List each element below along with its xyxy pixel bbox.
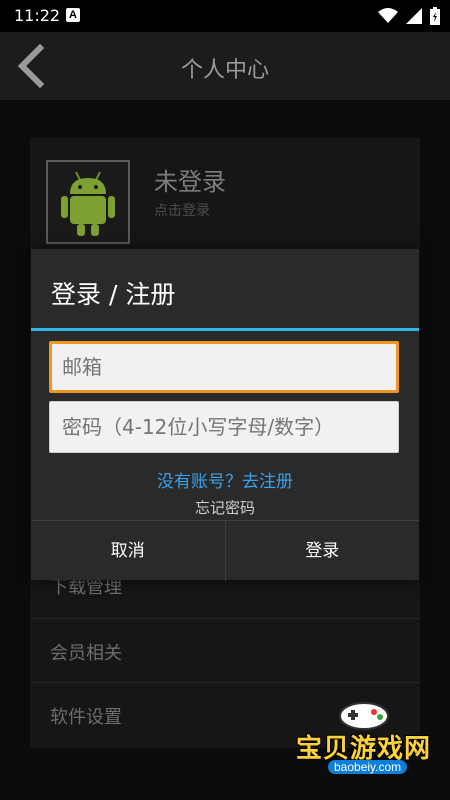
profile-login-hint[interactable]: 点击登录	[154, 200, 210, 220]
signal-icon	[406, 8, 422, 24]
android-robot-icon	[48, 162, 128, 242]
watermark-url: baobeiy.com	[328, 760, 408, 774]
login-button[interactable]: 登录	[226, 521, 420, 581]
gamepad-icon	[339, 702, 389, 730]
dialog-button-bar: 取消 登录	[31, 520, 419, 581]
status-bar: 11:22 A	[0, 0, 450, 32]
avatar[interactable]	[46, 160, 130, 244]
app-bar: 个人中心	[0, 32, 450, 100]
profile-header[interactable]: 未登录 点击登录	[30, 138, 420, 248]
cancel-button[interactable]: 取消	[31, 521, 226, 581]
dialog-title: 登录 / 注册	[51, 280, 176, 309]
status-time: 11:22	[14, 6, 61, 25]
forgot-password-link[interactable]: 忘记密码	[31, 497, 419, 518]
password-field[interactable]	[49, 401, 399, 453]
status-icons	[378, 7, 440, 25]
register-link[interactable]: 没有账号？去注册	[31, 467, 419, 492]
profile-name: 未登录	[154, 168, 226, 196]
email-field[interactable]	[49, 341, 399, 393]
wifi-icon	[378, 8, 398, 23]
menu-item-label: 会员相关	[50, 643, 122, 664]
page-title: 个人中心	[180, 58, 269, 83]
notification-icon: A	[66, 8, 80, 22]
dialog-title-divider	[31, 328, 419, 331]
watermark-logo: 宝贝游戏网 baobeiy.com	[290, 698, 440, 778]
battery-icon	[430, 7, 440, 25]
login-dialog: 登录 / 注册 没有账号？去注册 忘记密码 取消 登录	[31, 249, 419, 581]
menu-item-label: 软件设置	[50, 707, 122, 728]
menu-item-membership[interactable]: 会员相关	[30, 618, 420, 683]
